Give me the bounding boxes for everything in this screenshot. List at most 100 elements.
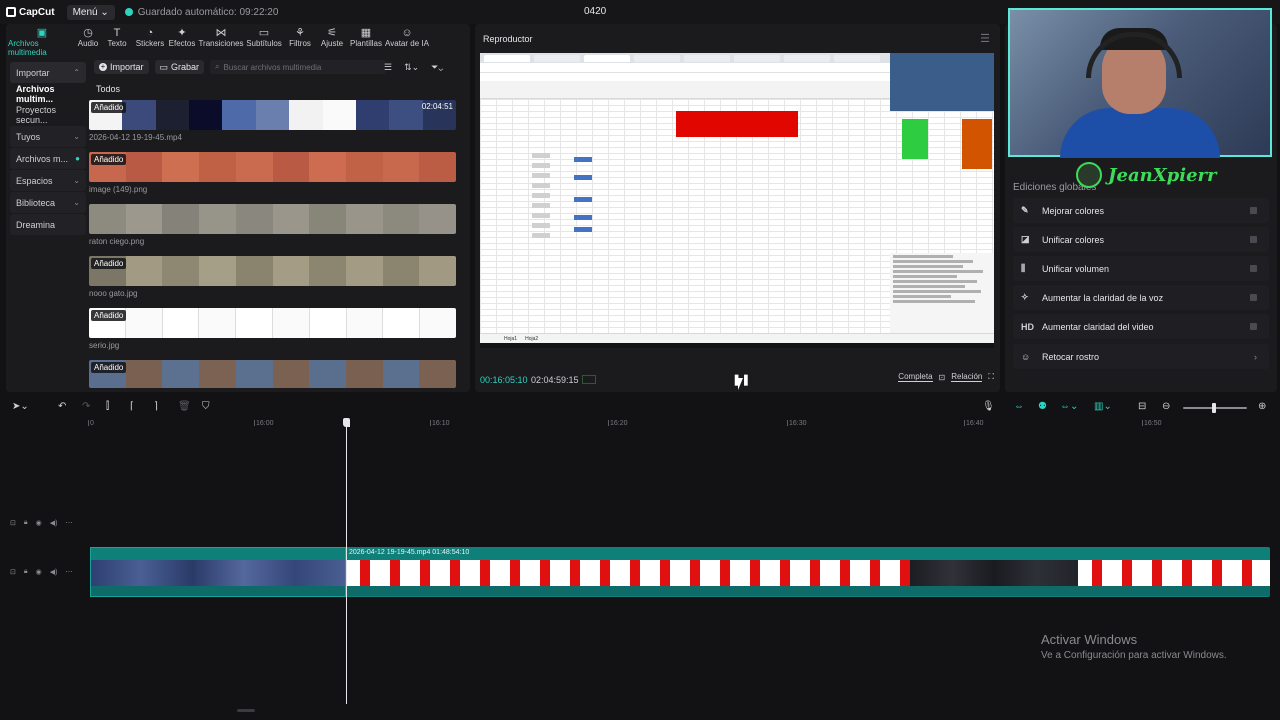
ruler-tick: 16:40 — [964, 420, 984, 427]
select-tool-icon[interactable]: ➤⌄ — [12, 401, 29, 412]
sidebar-item-label: Proyectos secun... — [16, 104, 57, 125]
unify-colors-option[interactable]: ◪ Unificar colores — [1013, 227, 1269, 252]
magnet-icon[interactable]: ⚉ — [1038, 401, 1047, 412]
project-title[interactable]: 0420 — [584, 6, 606, 17]
toggle-switch[interactable] — [1250, 236, 1257, 243]
ruler-tick: 0 — [88, 420, 94, 427]
playhead-line[interactable] — [346, 424, 347, 704]
transition-icon: ⋈ — [215, 27, 227, 39]
toggle-switch[interactable] — [1250, 207, 1257, 214]
horizontal-scrollbar[interactable] — [237, 709, 255, 712]
playhead-handle[interactable] — [343, 418, 350, 427]
sidebar-item-library[interactable]: Biblioteca ⌄ — [10, 192, 86, 213]
shield-icon[interactable]: ⛉ — [202, 401, 210, 412]
track-layout-icon[interactable]: ▥⌄ — [1094, 401, 1112, 412]
face-retouch-icon: ☺ — [1021, 351, 1031, 362]
tab-text-label: Texto — [107, 39, 127, 48]
sidebar-item-dreamina[interactable]: Dreamina — [10, 214, 86, 235]
eye-icon[interactable]: ◉ — [36, 568, 42, 576]
enhance-colors-option[interactable]: ✎ Mejorar colores — [1013, 198, 1269, 223]
hamburger-menu-icon[interactable]: ☰ — [980, 32, 990, 45]
record-button[interactable]: ▭ Grabar — [154, 60, 205, 74]
trim-left-icon[interactable]: ⌈ — [130, 401, 134, 412]
media-item[interactable]: Añadido nooo gato.jpg — [89, 256, 456, 298]
screenshot-icon[interactable]: ⊡ — [939, 373, 946, 382]
split-icon[interactable]: ⫿ — [106, 401, 109, 412]
lock-icon[interactable]: 🔒︎ — [24, 519, 28, 527]
speaker-icon[interactable]: ◀) — [50, 568, 58, 576]
link-clips-icon[interactable]: ⇔ — [1014, 401, 1024, 412]
more-icon[interactable]: ⋯ — [65, 519, 72, 527]
sidebar-item-media-library[interactable]: Archivos m... ● — [10, 148, 86, 169]
media-item[interactable]: Añadido 02:04:51 2026-04-12 19-19-45.mp4 — [89, 100, 456, 142]
toggle-switch[interactable] — [1250, 323, 1257, 330]
more-icon[interactable]: ⋯ — [65, 568, 72, 576]
tab-ai-avatar[interactable]: ☺ Avatar de IA — [384, 24, 430, 48]
timeline-ruler[interactable]: 0 16:00 16:10 16:20 16:30 16:40 16:50 — [88, 418, 1280, 432]
media-search-input[interactable]: ⌕ Buscar archivos multimedia — [210, 60, 387, 74]
chevron-down-icon: ⌄ — [73, 176, 80, 185]
tab-filters[interactable]: ⚘ Filtros — [284, 24, 316, 48]
sidebar-item-label: Archivos m... — [16, 153, 69, 164]
ratio-button[interactable]: Relación — [951, 372, 983, 382]
face-retouch-option[interactable]: ☺ Retocar rostro › — [1013, 344, 1269, 369]
chevron-down-icon: ⌄ — [100, 6, 109, 18]
media-item[interactable]: Añadido serio.jpg — [89, 308, 456, 350]
zoom-slider-handle[interactable] — [1212, 403, 1216, 413]
speaker-icon[interactable]: ◀) — [50, 519, 58, 527]
voice-clarity-option[interactable]: ✧ Aumentar la claridad de la voz — [1013, 285, 1269, 310]
tab-media[interactable]: ▣ Archivos multimedia — [8, 24, 76, 57]
sidebar-item-media-files[interactable]: Archivos multim... — [10, 83, 86, 104]
media-item[interactable]: Añadido — [89, 360, 456, 388]
toggle-switch[interactable] — [1250, 265, 1257, 272]
tab-audio[interactable]: ◷ Audio — [76, 24, 100, 48]
media-thumbnail: Añadido — [89, 308, 456, 338]
app-name: CapCut — [19, 6, 55, 18]
unify-volume-option[interactable]: ⫼ Unificar volumen — [1013, 256, 1269, 281]
video-preview[interactable]: Hoja1 Hoja2 — [480, 53, 994, 343]
delete-icon[interactable]: 🗑 — [178, 401, 191, 412]
sidebar-item-yours[interactable]: Tuyos ⌄ — [10, 126, 86, 147]
filter-icon[interactable]: ⏷⌄ — [431, 62, 443, 73]
chevron-right-icon: › — [1254, 351, 1257, 362]
toggle-switch[interactable] — [1250, 294, 1257, 301]
media-item[interactable]: Añadido image (149).png — [89, 152, 456, 194]
video-clarity-option[interactable]: HD Aumentar claridad del video — [1013, 314, 1269, 339]
track-cover-icon[interactable]: ⊡ — [10, 568, 16, 576]
trim-right-icon[interactable]: ⌉ — [154, 401, 158, 412]
audio-icon: ◷ — [83, 27, 93, 39]
media-item[interactable]: raton ciego.png — [89, 204, 456, 246]
sort-icon[interactable]: ⇅⌄ — [404, 62, 419, 73]
tab-text[interactable]: T Texto — [100, 24, 134, 48]
tab-adjust[interactable]: ⚟ Ajuste — [316, 24, 348, 48]
sidebar-item-spaces[interactable]: Espacios ⌄ — [10, 170, 86, 191]
zoom-out-icon[interactable]: ⊖ — [1162, 401, 1170, 412]
preview-link-icon[interactable]: ⇔⌄ — [1060, 401, 1078, 412]
fullscreen-icon[interactable]: ⛶ — [988, 372, 994, 382]
view-toggle-icon[interactable]: ☰ — [384, 62, 392, 73]
sidebar-item-secondary-projects[interactable]: Proyectos secun... — [10, 104, 86, 125]
eye-icon[interactable]: ◉ — [36, 519, 42, 527]
ruler-tick: 16:00 — [254, 420, 274, 427]
sidebar-item-label: Archivos multim... — [16, 83, 55, 104]
tab-effects[interactable]: ✦ Efectos — [166, 24, 198, 48]
tab-subtitles[interactable]: ▭ Subtítulos — [244, 24, 284, 48]
ruler-tick: 16:20 — [608, 420, 628, 427]
audio-meter — [582, 375, 596, 384]
undo-icon[interactable]: ↶ — [58, 401, 66, 412]
tab-transitions[interactable]: ⋈ Transiciones — [198, 24, 244, 48]
menu-button[interactable]: Menú ⌄ — [66, 4, 115, 20]
tab-stickers[interactable]: ◔ Stickers — [134, 24, 166, 48]
zoom-in-icon[interactable]: ⊕ — [1258, 401, 1266, 412]
full-quality-button[interactable]: Completa — [898, 372, 933, 382]
lock-icon[interactable]: 🔒︎ — [24, 568, 28, 576]
preview-taskbar — [480, 343, 994, 348]
caption-icon[interactable]: ⊟ — [1138, 401, 1146, 412]
redo-icon[interactable]: ↷ — [82, 401, 90, 412]
microphone-icon[interactable]: 🎙 — [982, 401, 995, 412]
sidebar-item-import[interactable]: Importar ⌃ — [10, 62, 86, 83]
plus-icon: + — [99, 62, 107, 71]
tab-templates[interactable]: ▦ Plantillas — [348, 24, 384, 48]
track-cover-icon[interactable]: ⊡ — [10, 519, 16, 527]
import-button[interactable]: + Importar — [94, 60, 149, 74]
